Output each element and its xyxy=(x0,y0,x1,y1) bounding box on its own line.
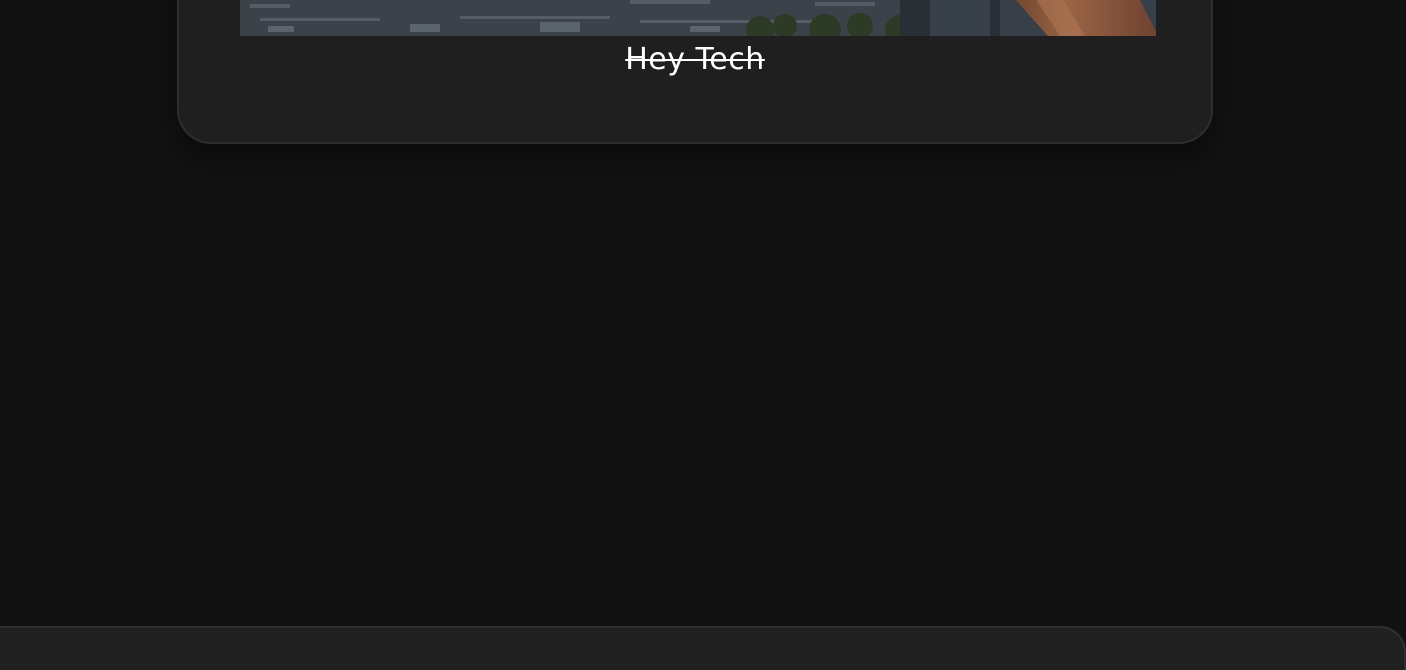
card-title[interactable]: Hey Tech xyxy=(179,40,1211,80)
city-photo xyxy=(240,0,1156,36)
card-image[interactable] xyxy=(240,0,1156,36)
bottom-panel xyxy=(0,626,1406,670)
project-card[interactable]: Hey Tech xyxy=(177,0,1213,144)
page: Hey Tech xyxy=(0,0,1406,670)
